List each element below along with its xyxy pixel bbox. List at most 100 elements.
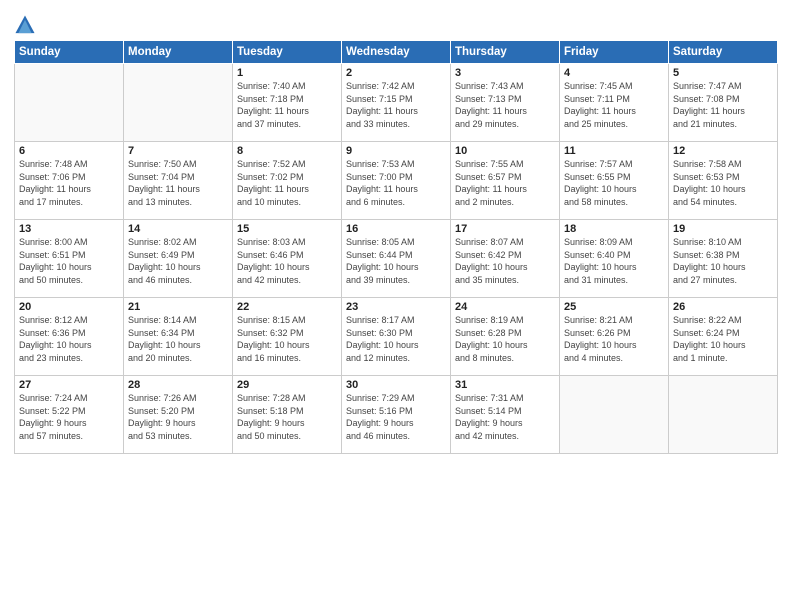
calendar-cell: 10Sunrise: 7:55 AM Sunset: 6:57 PM Dayli… — [451, 142, 560, 220]
day-info: Sunrise: 8:10 AM Sunset: 6:38 PM Dayligh… — [673, 236, 773, 286]
day-info: Sunrise: 8:22 AM Sunset: 6:24 PM Dayligh… — [673, 314, 773, 364]
day-info: Sunrise: 7:47 AM Sunset: 7:08 PM Dayligh… — [673, 80, 773, 130]
day-number: 26 — [673, 301, 773, 313]
day-number: 29 — [237, 379, 337, 391]
calendar-week-row: 13Sunrise: 8:00 AM Sunset: 6:51 PM Dayli… — [15, 220, 778, 298]
calendar-cell: 23Sunrise: 8:17 AM Sunset: 6:30 PM Dayli… — [342, 298, 451, 376]
day-info: Sunrise: 8:21 AM Sunset: 6:26 PM Dayligh… — [564, 314, 664, 364]
day-number: 30 — [346, 379, 446, 391]
calendar-cell — [15, 64, 124, 142]
calendar-cell: 27Sunrise: 7:24 AM Sunset: 5:22 PM Dayli… — [15, 376, 124, 454]
day-number: 14 — [128, 223, 228, 235]
day-info: Sunrise: 8:05 AM Sunset: 6:44 PM Dayligh… — [346, 236, 446, 286]
day-number: 31 — [455, 379, 555, 391]
day-number: 5 — [673, 67, 773, 79]
day-info: Sunrise: 7:52 AM Sunset: 7:02 PM Dayligh… — [237, 158, 337, 208]
day-number: 4 — [564, 67, 664, 79]
day-number: 27 — [19, 379, 119, 391]
calendar-cell: 22Sunrise: 8:15 AM Sunset: 6:32 PM Dayli… — [233, 298, 342, 376]
calendar-cell: 20Sunrise: 8:12 AM Sunset: 6:36 PM Dayli… — [15, 298, 124, 376]
logo-icon — [14, 14, 36, 36]
day-number: 24 — [455, 301, 555, 313]
day-number: 10 — [455, 145, 555, 157]
day-info: Sunrise: 7:29 AM Sunset: 5:16 PM Dayligh… — [346, 392, 446, 442]
day-info: Sunrise: 8:15 AM Sunset: 6:32 PM Dayligh… — [237, 314, 337, 364]
day-info: Sunrise: 8:14 AM Sunset: 6:34 PM Dayligh… — [128, 314, 228, 364]
day-info: Sunrise: 7:57 AM Sunset: 6:55 PM Dayligh… — [564, 158, 664, 208]
day-info: Sunrise: 8:00 AM Sunset: 6:51 PM Dayligh… — [19, 236, 119, 286]
day-info: Sunrise: 7:28 AM Sunset: 5:18 PM Dayligh… — [237, 392, 337, 442]
calendar-cell: 16Sunrise: 8:05 AM Sunset: 6:44 PM Dayli… — [342, 220, 451, 298]
calendar-cell: 7Sunrise: 7:50 AM Sunset: 7:04 PM Daylig… — [124, 142, 233, 220]
day-info: Sunrise: 7:48 AM Sunset: 7:06 PM Dayligh… — [19, 158, 119, 208]
calendar-header-monday: Monday — [124, 41, 233, 64]
calendar-cell: 26Sunrise: 8:22 AM Sunset: 6:24 PM Dayli… — [669, 298, 778, 376]
calendar-cell: 15Sunrise: 8:03 AM Sunset: 6:46 PM Dayli… — [233, 220, 342, 298]
day-info: Sunrise: 8:12 AM Sunset: 6:36 PM Dayligh… — [19, 314, 119, 364]
header — [14, 10, 778, 36]
calendar-cell: 19Sunrise: 8:10 AM Sunset: 6:38 PM Dayli… — [669, 220, 778, 298]
day-number: 1 — [237, 67, 337, 79]
calendar-cell: 4Sunrise: 7:45 AM Sunset: 7:11 PM Daylig… — [560, 64, 669, 142]
day-info: Sunrise: 7:42 AM Sunset: 7:15 PM Dayligh… — [346, 80, 446, 130]
calendar-cell: 13Sunrise: 8:00 AM Sunset: 6:51 PM Dayli… — [15, 220, 124, 298]
day-info: Sunrise: 7:50 AM Sunset: 7:04 PM Dayligh… — [128, 158, 228, 208]
day-info: Sunrise: 8:07 AM Sunset: 6:42 PM Dayligh… — [455, 236, 555, 286]
day-number: 6 — [19, 145, 119, 157]
day-number: 7 — [128, 145, 228, 157]
calendar-week-row: 27Sunrise: 7:24 AM Sunset: 5:22 PM Dayli… — [15, 376, 778, 454]
calendar-cell: 31Sunrise: 7:31 AM Sunset: 5:14 PM Dayli… — [451, 376, 560, 454]
day-number: 18 — [564, 223, 664, 235]
day-info: Sunrise: 7:31 AM Sunset: 5:14 PM Dayligh… — [455, 392, 555, 442]
calendar-cell: 3Sunrise: 7:43 AM Sunset: 7:13 PM Daylig… — [451, 64, 560, 142]
day-number: 21 — [128, 301, 228, 313]
calendar-cell — [124, 64, 233, 142]
day-info: Sunrise: 7:40 AM Sunset: 7:18 PM Dayligh… — [237, 80, 337, 130]
calendar-header-thursday: Thursday — [451, 41, 560, 64]
day-info: Sunrise: 8:17 AM Sunset: 6:30 PM Dayligh… — [346, 314, 446, 364]
calendar-cell: 2Sunrise: 7:42 AM Sunset: 7:15 PM Daylig… — [342, 64, 451, 142]
day-number: 19 — [673, 223, 773, 235]
calendar-cell: 1Sunrise: 7:40 AM Sunset: 7:18 PM Daylig… — [233, 64, 342, 142]
day-number: 16 — [346, 223, 446, 235]
calendar-header-sunday: Sunday — [15, 41, 124, 64]
calendar-cell: 12Sunrise: 7:58 AM Sunset: 6:53 PM Dayli… — [669, 142, 778, 220]
calendar-header-row: SundayMondayTuesdayWednesdayThursdayFrid… — [15, 41, 778, 64]
calendar-cell: 14Sunrise: 8:02 AM Sunset: 6:49 PM Dayli… — [124, 220, 233, 298]
calendar-cell — [560, 376, 669, 454]
day-info: Sunrise: 8:03 AM Sunset: 6:46 PM Dayligh… — [237, 236, 337, 286]
calendar-header-tuesday: Tuesday — [233, 41, 342, 64]
day-number: 20 — [19, 301, 119, 313]
day-info: Sunrise: 8:09 AM Sunset: 6:40 PM Dayligh… — [564, 236, 664, 286]
day-info: Sunrise: 7:43 AM Sunset: 7:13 PM Dayligh… — [455, 80, 555, 130]
calendar-cell: 6Sunrise: 7:48 AM Sunset: 7:06 PM Daylig… — [15, 142, 124, 220]
calendar-header-wednesday: Wednesday — [342, 41, 451, 64]
calendar-cell: 24Sunrise: 8:19 AM Sunset: 6:28 PM Dayli… — [451, 298, 560, 376]
day-number: 9 — [346, 145, 446, 157]
calendar-cell: 18Sunrise: 8:09 AM Sunset: 6:40 PM Dayli… — [560, 220, 669, 298]
calendar-cell: 28Sunrise: 7:26 AM Sunset: 5:20 PM Dayli… — [124, 376, 233, 454]
calendar-header-saturday: Saturday — [669, 41, 778, 64]
day-number: 28 — [128, 379, 228, 391]
calendar-table: SundayMondayTuesdayWednesdayThursdayFrid… — [14, 40, 778, 454]
day-info: Sunrise: 7:53 AM Sunset: 7:00 PM Dayligh… — [346, 158, 446, 208]
day-info: Sunrise: 7:24 AM Sunset: 5:22 PM Dayligh… — [19, 392, 119, 442]
day-number: 8 — [237, 145, 337, 157]
calendar-cell: 11Sunrise: 7:57 AM Sunset: 6:55 PM Dayli… — [560, 142, 669, 220]
day-number: 13 — [19, 223, 119, 235]
calendar-week-row: 20Sunrise: 8:12 AM Sunset: 6:36 PM Dayli… — [15, 298, 778, 376]
day-info: Sunrise: 7:45 AM Sunset: 7:11 PM Dayligh… — [564, 80, 664, 130]
day-info: Sunrise: 7:58 AM Sunset: 6:53 PM Dayligh… — [673, 158, 773, 208]
day-number: 2 — [346, 67, 446, 79]
calendar-cell: 5Sunrise: 7:47 AM Sunset: 7:08 PM Daylig… — [669, 64, 778, 142]
calendar-cell: 8Sunrise: 7:52 AM Sunset: 7:02 PM Daylig… — [233, 142, 342, 220]
day-number: 3 — [455, 67, 555, 79]
calendar-header-friday: Friday — [560, 41, 669, 64]
day-number: 22 — [237, 301, 337, 313]
day-number: 12 — [673, 145, 773, 157]
day-info: Sunrise: 8:19 AM Sunset: 6:28 PM Dayligh… — [455, 314, 555, 364]
day-info: Sunrise: 7:55 AM Sunset: 6:57 PM Dayligh… — [455, 158, 555, 208]
day-number: 25 — [564, 301, 664, 313]
page: SundayMondayTuesdayWednesdayThursdayFrid… — [0, 0, 792, 464]
calendar-cell: 17Sunrise: 8:07 AM Sunset: 6:42 PM Dayli… — [451, 220, 560, 298]
